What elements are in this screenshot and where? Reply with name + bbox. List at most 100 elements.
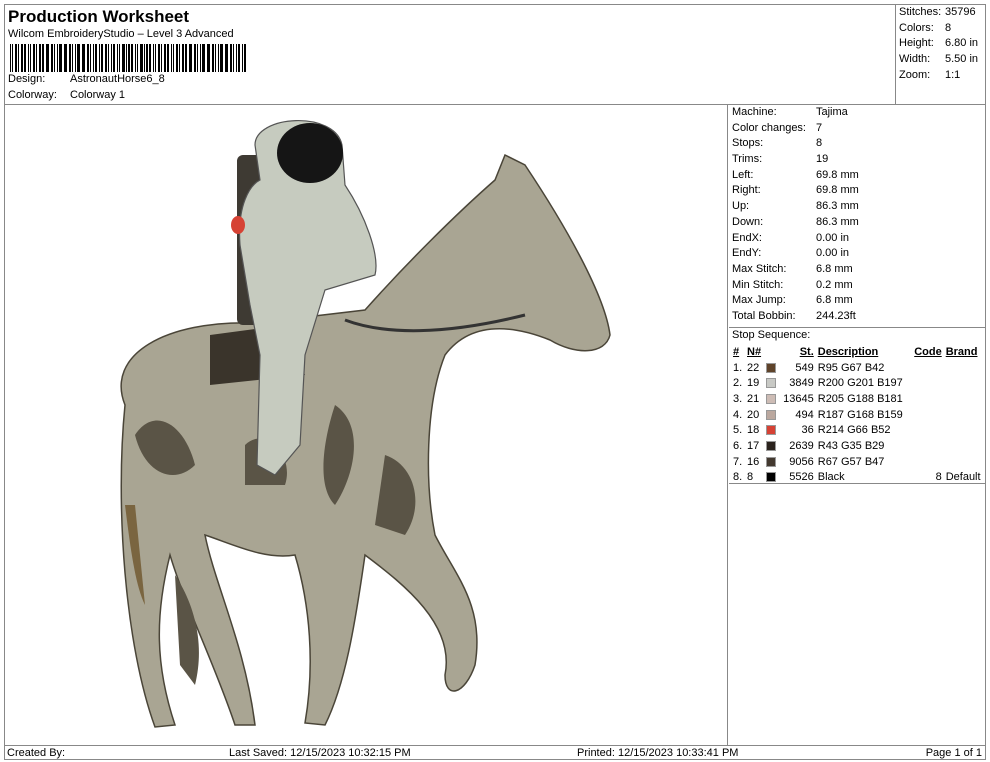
colorway-name: Colorway 1 xyxy=(70,89,126,101)
color-description: R95 G67 B42 xyxy=(817,361,885,374)
design-stats: Stitches: 35796 Colors: 8 Height: 6.80 in W… xyxy=(895,4,986,104)
stat-height: Height: 6.80 in xyxy=(899,36,986,52)
barcode-bar xyxy=(63,44,65,72)
stop-row: 4. 20 494 R187 G168 B159 xyxy=(731,407,985,423)
prop-label: Trims: xyxy=(732,153,763,166)
prop-label: Down: xyxy=(732,215,764,228)
prop-value: 0.00 in xyxy=(816,231,850,244)
prop-label: Up: xyxy=(732,200,750,213)
prop-value: 0.00 in xyxy=(816,247,850,260)
barcode-bar xyxy=(33,44,36,72)
worksheet-footer: Created By: Last Saved: 12/15/2023 10:32… xyxy=(4,745,986,760)
prop-label: Max Jump: xyxy=(732,294,786,307)
prop-label: Color changes: xyxy=(732,121,806,134)
color-swatch xyxy=(764,407,779,423)
barcode-bar xyxy=(136,44,139,72)
barcode-bar xyxy=(148,44,151,72)
needle-number: 18 xyxy=(747,424,760,437)
color-description: R214 G66 B52 xyxy=(817,424,891,437)
barcode-bar xyxy=(146,44,148,72)
barcode-bar xyxy=(45,44,47,72)
needle-number: 19 xyxy=(747,377,760,390)
stop-index: 5. xyxy=(733,424,743,437)
color-swatch xyxy=(764,422,779,438)
barcode-bar xyxy=(232,44,234,72)
stop-row: 3. 21 13645 R205 G188 B181 xyxy=(731,391,985,407)
thread-code xyxy=(910,422,943,438)
stat-label: Height: xyxy=(899,37,934,50)
barcode-bar xyxy=(140,44,143,72)
arm-patch xyxy=(231,216,245,234)
stat-label: Stitches: xyxy=(899,6,942,18)
thread-code xyxy=(910,391,943,407)
machine-prop-row: Up: 86.3 mm xyxy=(729,199,986,215)
stat-value: 35796 xyxy=(945,6,976,18)
barcode-bar xyxy=(110,44,113,72)
barcode-bar xyxy=(15,44,18,72)
barcode-bar xyxy=(153,44,154,72)
prop-value: 69.8 mm xyxy=(816,184,859,197)
barcode-bar xyxy=(41,44,44,72)
barcode-bar xyxy=(182,44,184,72)
machine-prop-row: EndY: 0.00 in xyxy=(729,246,986,262)
colorway-label: Colorway: xyxy=(8,89,57,101)
machine-prop-row: Max Jump: 6.8 mm xyxy=(729,293,986,309)
barcode-bar xyxy=(72,44,73,72)
barcode-bar xyxy=(242,44,244,72)
barcode-bar xyxy=(199,44,202,72)
stop-row: 2. 19 3849 R200 G201 B197 xyxy=(731,375,985,391)
prop-value: 86.3 mm xyxy=(816,200,859,213)
barcode-bar xyxy=(50,44,54,72)
prop-label: EndX: xyxy=(732,231,762,244)
barcode-bar xyxy=(99,44,101,72)
stitch-count: 9056 xyxy=(789,455,814,468)
barcode-bar xyxy=(10,44,11,72)
barcode-bar xyxy=(11,44,14,72)
machine-prop-row: Down: 86.3 mm xyxy=(729,215,986,231)
barcode-bar xyxy=(54,44,55,72)
swatch-chip xyxy=(766,441,777,452)
barcode-bar xyxy=(83,44,85,72)
barcode-bar xyxy=(172,44,175,72)
stitch-count: 13645 xyxy=(783,392,814,405)
barcode-bar xyxy=(18,44,20,72)
machine-prop-row: Trims: 19 xyxy=(729,152,986,168)
swatch-chip xyxy=(766,409,777,420)
design-preview xyxy=(5,105,728,745)
machine-prop-row: Stops: 8 xyxy=(729,136,986,152)
barcode-bar xyxy=(135,44,136,72)
prop-label: Min Stitch: xyxy=(732,278,784,291)
barcode-bar xyxy=(238,44,241,72)
barcode-bar xyxy=(77,44,80,72)
prop-value: 6.8 mm xyxy=(816,262,853,275)
color-swatch xyxy=(764,454,779,470)
barcode-bar xyxy=(202,44,205,72)
barcode-bar xyxy=(122,44,125,72)
stop-row: 7. 16 9056 R67 G57 B47 xyxy=(731,454,985,470)
color-description: R205 G188 B181 xyxy=(817,392,903,405)
barcode-bar xyxy=(158,44,161,72)
page-title: Production Worksheet xyxy=(8,7,190,26)
barcode-bar xyxy=(206,44,208,72)
barcode-bar xyxy=(47,44,49,72)
design-name: AstronautHorse6_8 xyxy=(70,73,165,85)
stitch-count: 2639 xyxy=(789,439,814,452)
printed-date: Printed: 12/15/2023 10:33:41 PM xyxy=(577,747,739,759)
barcode-bar xyxy=(128,44,130,72)
barcode-bar xyxy=(184,44,187,72)
prop-value: 86.3 mm xyxy=(816,215,859,228)
prop-value: Tajima xyxy=(816,106,848,118)
barcode-bar xyxy=(220,44,223,72)
design-label: Design: xyxy=(8,73,46,85)
thread-code xyxy=(910,407,943,423)
barcode-bar xyxy=(65,44,67,72)
prop-label: Right: xyxy=(732,184,761,197)
colorway-row: Colorway: Colorway 1 xyxy=(8,89,125,101)
worksheet-header: Production Worksheet Wilcom EmbroiderySt… xyxy=(4,4,986,105)
barcode-bar xyxy=(179,44,181,72)
prop-label: Total Bobbin: xyxy=(732,309,796,322)
prop-label: EndY: xyxy=(732,247,762,260)
prop-label: Stops: xyxy=(732,137,764,150)
stat-label: Width: xyxy=(899,53,931,66)
needle-number: 17 xyxy=(747,439,760,452)
